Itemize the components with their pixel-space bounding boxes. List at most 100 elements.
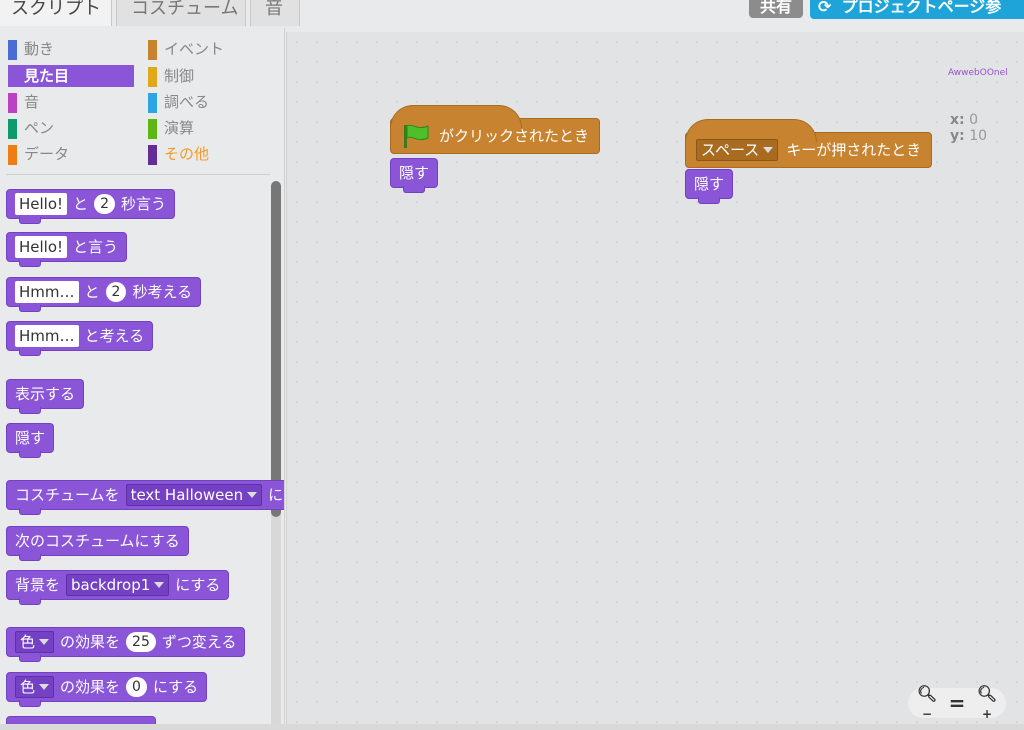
- block-label: 秒考える: [132, 283, 193, 301]
- zoom-out-label: −: [921, 707, 933, 721]
- tab-sounds[interactable]: 音: [250, 0, 300, 26]
- block-label: にする: [175, 576, 221, 594]
- say-text-input[interactable]: Hello!: [15, 193, 68, 215]
- block-palette: 動き イベント 見た目 制御 音 調べる ペン 演算 データ その他 Hello…: [0, 28, 285, 730]
- category-swatch: [8, 145, 17, 165]
- project-page-button[interactable]: ⟳ プロジェクトページ参: [810, 0, 1024, 19]
- block-label: 秒言う: [120, 195, 166, 213]
- change-effect-block[interactable]: 色 の効果を 25 ずつ変える: [6, 627, 246, 662]
- tab-costumes[interactable]: コスチューム: [116, 0, 246, 26]
- next-costume-block[interactable]: 次のコスチュームにする: [6, 526, 189, 561]
- category-operators[interactable]: 演算: [140, 117, 266, 139]
- secs-input[interactable]: 2: [105, 282, 127, 302]
- when-flag-clicked-hat-block[interactable]: がクリックされたとき: [390, 105, 601, 154]
- tab-scripts[interactable]: スクリプト: [0, 0, 112, 26]
- zoom-out-icon[interactable]: 🔍︎−: [912, 684, 942, 722]
- say-block[interactable]: Hello! と言う: [6, 232, 128, 267]
- dropdown-arrow-icon: [39, 684, 50, 690]
- backdrop-dropdown[interactable]: backdrop1: [66, 574, 170, 596]
- category-swatch: [8, 40, 17, 60]
- effect-amount-input[interactable]: 25: [126, 632, 156, 652]
- bottom-bar: [0, 724, 1024, 730]
- hat-label: がクリックされたとき: [439, 127, 590, 145]
- category-swatch: [8, 93, 17, 113]
- category-label: イベント: [164, 40, 225, 58]
- zoom-controls: 🔍︎− = 🔍︎+: [908, 684, 1006, 721]
- sprite-coordinates: x: 0 y: 10: [950, 112, 987, 144]
- block-label: と: [73, 195, 89, 213]
- block-label: と言う: [73, 238, 119, 256]
- block-label: 隠す: [15, 429, 46, 447]
- category-label: 演算: [164, 119, 195, 137]
- block-label: ずつ変える: [161, 633, 237, 651]
- block-label: 表示する: [15, 385, 76, 403]
- block-label: 背景を: [15, 576, 61, 594]
- tab-bar: スクリプト コスチューム 音 共有 ⟳ プロジェクトページ参: [0, 0, 1024, 28]
- effect-dropdown[interactable]: 色: [15, 631, 55, 653]
- dropdown-arrow-icon: [247, 492, 258, 498]
- category-looks[interactable]: 見た目: [8, 65, 134, 87]
- remix-icon: ⟳: [818, 0, 832, 16]
- hide-block[interactable]: 隠す: [6, 423, 55, 458]
- block-label: にする: [152, 678, 199, 696]
- category-control[interactable]: 制御: [140, 65, 266, 87]
- dropdown-value: スペース: [701, 141, 760, 159]
- category-pen[interactable]: ペン: [0, 117, 126, 139]
- category-events[interactable]: イベント: [140, 38, 266, 60]
- scratch-editor: スクリプト コスチューム 音 共有 ⟳ プロジェクトページ参 動き イベント 見…: [0, 0, 1024, 730]
- category-more-blocks[interactable]: その他: [140, 143, 266, 165]
- block-label: に: [268, 486, 284, 504]
- dropdown-arrow-icon: [154, 582, 165, 588]
- category-sound[interactable]: 音: [0, 91, 126, 113]
- palette-scrollbar[interactable]: [271, 181, 281, 517]
- category-label: その他: [164, 145, 210, 163]
- sprite-thumbnail-name: AwwebOOnel: [948, 68, 1008, 78]
- category-label: ペン: [24, 119, 55, 137]
- dropdown-value: 色: [20, 678, 36, 696]
- category-sensing[interactable]: 調べる: [140, 91, 266, 113]
- category-label: 制御: [164, 67, 195, 85]
- effect-dropdown[interactable]: 色: [15, 676, 55, 698]
- secs-input[interactable]: 2: [94, 194, 115, 214]
- category-swatch: [148, 40, 157, 60]
- category-label: 音: [24, 93, 40, 111]
- x-label: x:: [950, 112, 965, 128]
- category-swatch: [8, 119, 17, 139]
- effect-value-input[interactable]: 0: [126, 677, 147, 697]
- key-dropdown[interactable]: スペース: [696, 139, 779, 161]
- block-label: 隠す: [399, 164, 430, 182]
- category-label: 調べる: [164, 93, 210, 111]
- switch-costume-block[interactable]: コスチュームを text Halloween に: [6, 480, 284, 515]
- category-data[interactable]: データ: [0, 143, 126, 165]
- say-for-secs-block[interactable]: Hello! と 2 秒言う: [6, 189, 175, 224]
- switch-backdrop-block[interactable]: 背景を backdrop1 にする: [6, 570, 230, 605]
- block-label: と考える: [84, 327, 145, 345]
- zoom-in-label: +: [981, 707, 993, 721]
- zoom-in-icon[interactable]: 🔍︎+: [972, 684, 1002, 722]
- when-key-pressed-hat-block[interactable]: スペース キーが押されたとき: [685, 119, 933, 168]
- category-swatch: [148, 67, 157, 87]
- block-label: 次のコスチュームにする: [15, 532, 180, 550]
- share-button[interactable]: 共有: [749, 0, 803, 18]
- dropdown-value: 色: [20, 633, 36, 651]
- green-flag-icon: [404, 124, 429, 148]
- think-text-input[interactable]: Hmm…: [15, 281, 79, 303]
- project-page-label: プロジェクトページ参: [841, 0, 1002, 16]
- hat-label: キーが押されたとき: [786, 141, 922, 159]
- block-label: と: [84, 283, 100, 301]
- category-motion[interactable]: 動き: [0, 38, 126, 60]
- dropdown-value: text Halloween: [130, 486, 244, 504]
- think-for-secs-block[interactable]: Hmm… と 2 秒考える: [6, 277, 202, 312]
- zoom-reset-icon[interactable]: =: [942, 691, 972, 715]
- say-text-input[interactable]: Hello!: [15, 236, 68, 258]
- think-text-input[interactable]: Hmm…: [15, 325, 79, 347]
- set-effect-block[interactable]: 色 の効果を 0 にする: [6, 672, 208, 707]
- show-block[interactable]: 表示する: [6, 379, 85, 414]
- think-block[interactable]: Hmm… と考える: [6, 321, 154, 356]
- hide-block-script1[interactable]: 隠す: [390, 158, 439, 193]
- category-swatch: [148, 119, 157, 139]
- hide-block-script2[interactable]: 隠す: [685, 169, 734, 204]
- costume-dropdown[interactable]: text Halloween: [125, 484, 263, 506]
- category-label: 見た目: [24, 67, 70, 85]
- category-swatch: [148, 145, 157, 165]
